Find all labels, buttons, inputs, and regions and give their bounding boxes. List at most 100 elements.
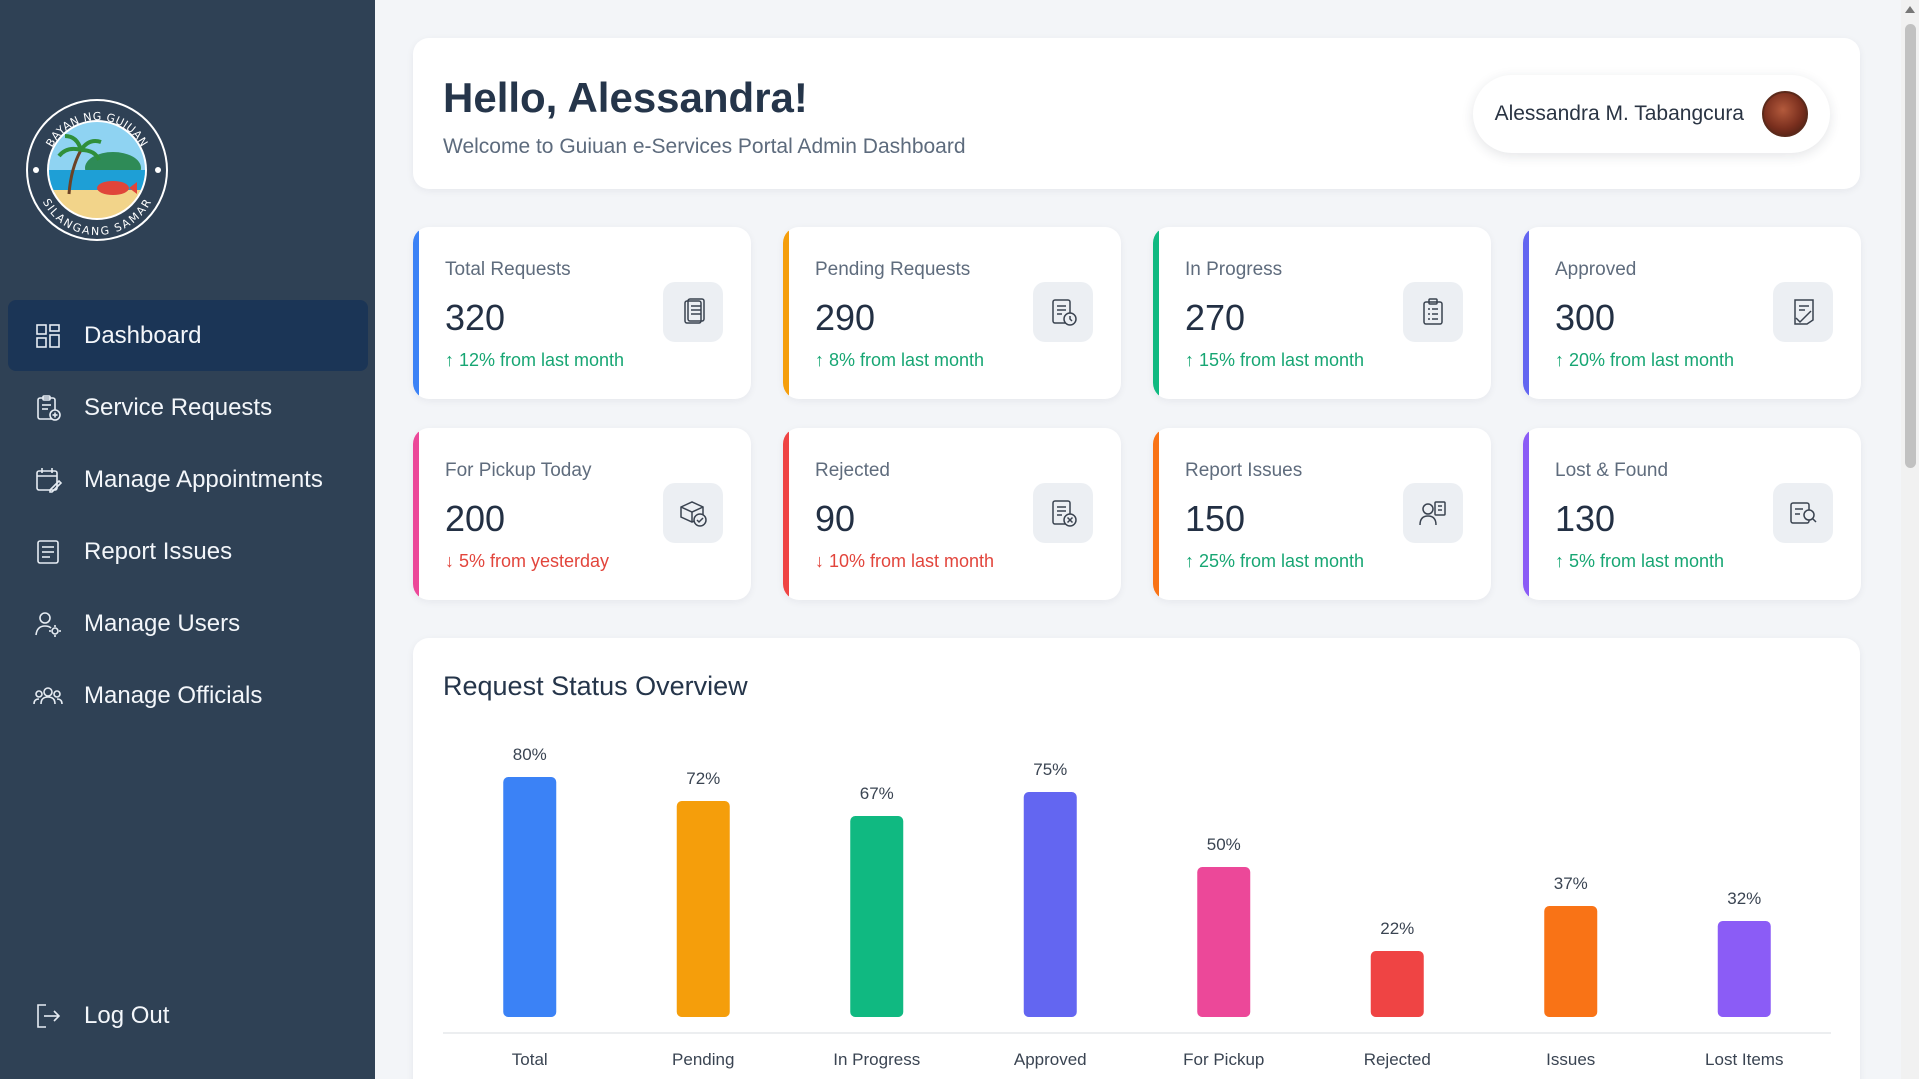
chart-bar[interactable] <box>1717 921 1771 1017</box>
sidebar-item-report-issues[interactable]: Report Issues <box>8 516 368 587</box>
sidebar-item-label: Service Requests <box>84 393 273 421</box>
user-gear-icon <box>32 608 64 640</box>
stat-value: 130 <box>1555 498 1616 539</box>
package-check-icon <box>663 483 723 543</box>
bar-value-label: 80% <box>513 745 547 764</box>
stat-card-lost-and-found[interactable]: Lost & Found 130 ↑ 5% from last month <box>1523 428 1861 600</box>
stat-accent-bar <box>1523 227 1529 399</box>
x-tick-label: In Progress <box>833 1050 920 1069</box>
stat-card-approved[interactable]: Approved 300 ↑ 20% from last month <box>1523 227 1861 399</box>
sidebar-item-label: Manage Users <box>84 609 241 637</box>
search-box-icon <box>1773 483 1833 543</box>
chart-bar[interactable] <box>850 816 904 1017</box>
sidebar-item-label: Manage Officials <box>84 681 263 709</box>
stat-value: 200 <box>445 498 506 539</box>
bar-value-label: 75% <box>1033 760 1067 779</box>
logout-label: Log Out <box>84 1001 170 1029</box>
chart-bar[interactable] <box>1023 792 1077 1017</box>
bar-value-label: 67% <box>860 784 894 803</box>
stat-card-in-progress[interactable]: In Progress 270 ↑ 15% from last month <box>1153 227 1491 399</box>
request-status-chart-card: Request Status Overview 80% Total 72% Pendi… <box>413 638 1860 1079</box>
stat-change: ↑ 12% from last month <box>445 350 625 370</box>
sidebar-item-manage-users[interactable]: Manage Users <box>8 588 368 659</box>
guiuan-seal-logo[interactable]: BAYAN NG GUIUAN SILANGANG SAMAR <box>25 98 169 242</box>
stat-value: 270 <box>1185 297 1246 338</box>
stat-card-for-pickup-today[interactable]: For Pickup Today 200 ↓ 5% from yesterday <box>413 428 751 600</box>
user-name: Alessandra M. Tabangcura <box>1494 102 1744 125</box>
clipboard-plus-icon <box>32 392 64 424</box>
stat-change: ↑ 8% from last month <box>815 350 985 370</box>
user-profile-chip[interactable]: Alessandra M. Tabangcura <box>1472 75 1830 153</box>
vertical-scrollbar[interactable] <box>1901 0 1919 1079</box>
stat-value: 300 <box>1555 297 1616 338</box>
main-content: Hello, Alessandra! Welcome to Guiuan e-S… <box>375 0 1899 1079</box>
person-report-icon <box>1403 483 1463 543</box>
stat-accent-bar <box>1523 428 1529 600</box>
chart-bar[interactable] <box>676 801 730 1017</box>
stat-label: Total Requests <box>445 259 571 280</box>
stat-value: 290 <box>815 297 876 338</box>
stat-label: For Pickup Today <box>445 460 592 481</box>
stat-accent-bar <box>1153 428 1159 600</box>
x-tick-label: Rejected <box>1364 1050 1431 1069</box>
stat-card-rejected[interactable]: Rejected 90 ↓ 10% from last month <box>783 428 1121 600</box>
stat-accent-bar <box>413 227 419 399</box>
stat-accent-bar <box>783 227 789 399</box>
documents-icon <box>663 282 723 342</box>
bar-value-label: 50% <box>1207 835 1241 854</box>
bar-chart: 80% Total 72% Pending 67% In Progress 75% Appro… <box>443 745 1831 1069</box>
stat-label: Rejected <box>815 460 890 481</box>
stat-accent-bar <box>1153 227 1159 399</box>
document-check-icon <box>1773 282 1833 342</box>
document-clock-icon <box>1033 282 1093 342</box>
x-tick-label: Issues <box>1546 1050 1595 1069</box>
welcome-header: Hello, Alessandra! Welcome to Guiuan e-S… <box>413 38 1860 189</box>
bar-value-label: 37% <box>1554 874 1588 893</box>
logout-button[interactable]: Log Out <box>8 980 368 1051</box>
stat-label: Report Issues <box>1185 460 1303 481</box>
page-title: Hello, Alessandra! <box>443 74 808 121</box>
sidebar-item-label: Dashboard <box>84 321 202 349</box>
sidebar-item-dashboard[interactable]: Dashboard <box>8 300 368 371</box>
stat-card-pending-requests[interactable]: Pending Requests 290 ↑ 8% from last mont… <box>783 227 1121 399</box>
stat-accent-bar <box>783 428 789 600</box>
stat-change: ↑ 20% from last month <box>1555 350 1735 370</box>
sidebar-item-service-requests[interactable]: Service Requests <box>8 372 368 443</box>
stat-value: 90 <box>815 498 856 539</box>
x-tick-label: For Pickup <box>1183 1050 1264 1069</box>
stat-value: 320 <box>445 297 506 338</box>
stat-change: ↑ 5% from last month <box>1555 551 1725 571</box>
bar-value-label: 32% <box>1727 889 1761 908</box>
chart-bar[interactable] <box>503 777 557 1017</box>
stat-change: ↓ 10% from last month <box>815 551 995 571</box>
stat-label: Lost & Found <box>1555 460 1669 481</box>
document-list-icon <box>32 536 64 568</box>
sidebar-nav: Dashboard Service Requests Manage Appoin… <box>8 300 368 732</box>
stat-change: ↑ 15% from last month <box>1185 350 1365 370</box>
sidebar-item-label: Manage Appointments <box>84 465 323 493</box>
sidebar-item-manage-officials[interactable]: Manage Officials <box>8 660 368 731</box>
stat-change: ↓ 5% from yesterday <box>445 551 610 571</box>
x-tick-label: Pending <box>672 1050 734 1069</box>
chart-bar[interactable] <box>1544 906 1598 1017</box>
stat-card-report-issues[interactable]: Report Issues 150 ↑ 25% from last month <box>1153 428 1491 600</box>
sidebar: BAYAN NG GUIUAN SILANGANG SAMAR Dashboar… <box>0 0 375 1079</box>
stat-label: Pending Requests <box>815 259 971 280</box>
avatar[interactable] <box>1762 91 1808 137</box>
bar-value-label: 72% <box>686 769 720 788</box>
logout-icon <box>32 1000 64 1032</box>
scroll-up-arrow-icon[interactable] <box>1905 6 1915 13</box>
stat-value: 150 <box>1185 498 1246 539</box>
stat-label: Approved <box>1555 259 1637 280</box>
users-group-icon <box>32 680 64 712</box>
grid-icon <box>32 320 64 352</box>
chart-bar[interactable] <box>1197 867 1251 1017</box>
clipboard-list-icon <box>1403 282 1463 342</box>
stat-change: ↑ 25% from last month <box>1185 551 1365 571</box>
page-subtitle: Welcome to Guiuan e-Services Portal Admi… <box>443 135 966 158</box>
x-tick-label: Approved <box>1014 1050 1087 1069</box>
chart-bar[interactable] <box>1370 951 1424 1017</box>
scrollbar-thumb[interactable] <box>1905 24 1916 468</box>
sidebar-item-manage-appointments[interactable]: Manage Appointments <box>8 444 368 515</box>
stat-card-total-requests[interactable]: Total Requests 320 ↑ 12% from last month <box>413 227 751 399</box>
